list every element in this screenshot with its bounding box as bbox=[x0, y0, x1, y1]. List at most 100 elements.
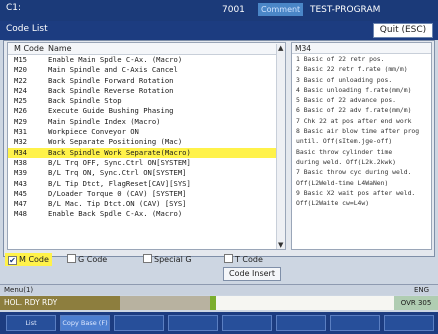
checkbox-icon[interactable]: ✔ bbox=[8, 256, 17, 265]
list-item[interactable]: M31 Workpiece Conveyor ON bbox=[8, 127, 285, 137]
list-item-name: B/L Trq ON, Sync.Ctrl ON[SYSTEM] bbox=[48, 168, 187, 178]
menu-line: Menu(1) ENG bbox=[0, 284, 438, 295]
filter-m-code[interactable]: ✔ M Code bbox=[5, 253, 52, 266]
list-item-code: M20 bbox=[14, 65, 27, 75]
program-name: TEST-PROGRAM bbox=[310, 5, 381, 15]
list-item-name: Work Separate Positioning (Mac) bbox=[48, 137, 183, 147]
filter-t-code[interactable]: T Code bbox=[224, 253, 263, 266]
override-value: OVR 305 bbox=[394, 296, 438, 310]
code-list[interactable]: M Code Name M15 Enable Main Spdle C-Ax. (… bbox=[7, 42, 286, 250]
list-header: M Code Name bbox=[8, 43, 285, 55]
softkey-3[interactable] bbox=[114, 315, 164, 331]
softkey-8[interactable] bbox=[384, 315, 434, 331]
window-title: Code List bbox=[6, 24, 48, 34]
list-item-name: D/Loader Torque 0 (CAV) [SYSTEM] bbox=[48, 188, 187, 198]
list-item-name: Back Spindle Forward Rotation bbox=[48, 75, 174, 85]
list-item-code: M34 bbox=[14, 147, 27, 157]
description-line: Off(L2Weld-time L4WaNen) bbox=[296, 178, 389, 187]
list-item[interactable]: M25 Back Spindle Stop bbox=[8, 96, 285, 106]
description-line: Basic throw cylinder time bbox=[296, 147, 393, 156]
list-item[interactable]: M45 D/Loader Torque 0 (CAV) [SYSTEM] bbox=[8, 189, 285, 199]
list-item-code: M15 bbox=[14, 55, 27, 64]
channel-label: C1: bbox=[6, 3, 22, 13]
description-line: 7 Basic throw cyc during weld. bbox=[296, 168, 412, 177]
quit-button[interactable]: Quit (ESC) bbox=[373, 23, 433, 38]
description-line: 4 Basic unloading f.rate(mm/m) bbox=[296, 85, 412, 94]
softkey-6[interactable] bbox=[276, 315, 326, 331]
language-label: ENG bbox=[414, 286, 430, 294]
description-line: Off(L2Waite cw=L4w) bbox=[296, 199, 370, 208]
softkey-1[interactable]: List bbox=[6, 315, 56, 331]
code-list-panel: M Code Name M15 Enable Main Spdle C-Ax. (… bbox=[3, 40, 435, 257]
list-item[interactable]: M34 Back Spindle Work Separate(Macro) bbox=[8, 147, 285, 158]
list-item[interactable]: M15 Enable Main Spdle C-Ax. (Macro) bbox=[8, 55, 285, 65]
list-item-name: Workpiece Conveyor ON bbox=[48, 127, 139, 137]
status-message bbox=[216, 296, 394, 310]
filter-special-g[interactable]: Special G bbox=[143, 253, 192, 266]
description-line: 6 Basic of 22 adv f.rate(mm/m) bbox=[296, 106, 412, 115]
description-line: 7 Chk 22 at pos after end work bbox=[296, 116, 412, 125]
list-item[interactable]: M26 Execute Guide Bushing Phasing bbox=[8, 106, 285, 116]
checkbox-icon[interactable] bbox=[67, 254, 76, 263]
list-item-name: Main Spindle and C-Axis Cancel bbox=[48, 65, 178, 75]
list-rows: M15 Enable Main Spdle C-Ax. (Macro) M20 Mai… bbox=[8, 55, 285, 220]
list-item[interactable]: M32 Work Separate Positioning (Mac) bbox=[8, 137, 285, 147]
list-item[interactable]: M24 Back Spindle Reverse Rotation bbox=[8, 86, 285, 96]
softkey-4[interactable] bbox=[168, 315, 218, 331]
description-header: M34 bbox=[292, 43, 431, 54]
list-item-name: Main Spindle Index (Macro) bbox=[48, 116, 161, 126]
description-line: 9 Basic X2 wait pos after weld. bbox=[296, 188, 416, 197]
list-item[interactable]: M20 Main Spindle and C-Axis Cancel bbox=[8, 65, 285, 75]
list-item[interactable]: M48 Enable Back Spdle C-Ax. (Macro) bbox=[8, 209, 285, 219]
checkbox-icon[interactable] bbox=[224, 254, 233, 263]
list-item-name: B/L Trq OFF, Sync.Ctrl ON[SYSTEM] bbox=[48, 157, 191, 167]
description-lines: 1 Basic of 22 retr pos. 2 Basic 22 retr f… bbox=[292, 54, 431, 208]
description-line: until. Off(sItem.jge-off) bbox=[296, 137, 393, 146]
mode-badge: Comment bbox=[258, 3, 304, 16]
column-header-name: Name bbox=[48, 44, 72, 53]
list-item[interactable]: M38 B/L Trq OFF, Sync.Ctrl ON[SYSTEM] bbox=[8, 158, 285, 168]
description-line: 5 Basic of 22 advance pos. bbox=[296, 96, 397, 105]
list-item-code: M26 bbox=[14, 106, 27, 116]
status-segment bbox=[120, 296, 210, 310]
list-item[interactable]: M39 B/L Trq ON, Sync.Ctrl ON[SYSTEM] bbox=[8, 168, 285, 178]
list-item-code: M38 bbox=[14, 157, 27, 167]
list-item-code: M43 bbox=[14, 178, 27, 188]
list-item-code: M29 bbox=[14, 116, 27, 126]
code-insert-button[interactable]: Code Insert bbox=[223, 267, 281, 281]
list-item-code: M25 bbox=[14, 96, 27, 106]
program-info: 7001 Comment TEST-PROGRAM bbox=[222, 2, 432, 19]
list-item-name: Back Spindle Work Separate(Macro) bbox=[48, 147, 191, 157]
description-line: 3 Basic of unloading pos. bbox=[296, 75, 393, 84]
list-item-name: Back Spindle Stop bbox=[48, 96, 122, 106]
checkbox-icon[interactable] bbox=[143, 254, 152, 263]
list-item[interactable]: M47 B/L Mac. Tip Dtct.ON (CAV) [SYS] bbox=[8, 199, 285, 209]
list-item[interactable]: M29 Main Spindle Index (Macro) bbox=[8, 117, 285, 127]
list-item-name: Enable Main Spdle C-Ax. (Macro) bbox=[48, 55, 183, 64]
machine-status-bar: HOL. RDY RDY OVR 305 bbox=[0, 296, 438, 310]
description-line: 1 Basic of 22 retr pos. bbox=[296, 55, 385, 63]
softkey-5[interactable] bbox=[222, 315, 272, 331]
list-item-code: M47 bbox=[14, 199, 27, 209]
list-item[interactable]: M22 Back Spindle Forward Rotation bbox=[8, 76, 285, 86]
softkey-2[interactable]: Copy Base (F) bbox=[60, 315, 110, 331]
list-item-code: M24 bbox=[14, 85, 27, 95]
description-line: during weld. Off(L2k.2kwk) bbox=[296, 157, 397, 166]
scroll-down-icon[interactable]: ▼ bbox=[278, 241, 283, 249]
scroll-up-icon[interactable]: ▲ bbox=[278, 44, 283, 52]
list-item-code: M48 bbox=[14, 209, 27, 219]
list-scrollbar[interactable]: ▲ ▼ bbox=[276, 44, 285, 249]
menu-label: Menu(1) bbox=[4, 286, 34, 294]
list-item-code: M45 bbox=[14, 188, 27, 198]
filter-g-code[interactable]: G Code bbox=[67, 253, 107, 266]
list-item-name: Back Spindle Reverse Rotation bbox=[48, 85, 174, 95]
list-item-name: B/L Tip Dtct, FlagReset[CAV][SYS] bbox=[48, 178, 191, 188]
list-item-name: Enable Back Spdle C-Ax. (Macro) bbox=[48, 209, 183, 219]
description-panel: M34 1 Basic of 22 retr pos. 2 Basic 22 re… bbox=[291, 42, 432, 250]
column-header-code: M Code bbox=[14, 44, 44, 53]
code-filters: ✔ M Code G Code Special G T Code bbox=[3, 253, 285, 266]
list-item[interactable]: M43 B/L Tip Dtct, FlagReset[CAV][SYS] bbox=[8, 179, 285, 189]
list-item-name: Execute Guide Bushing Phasing bbox=[48, 106, 174, 116]
softkey-7[interactable] bbox=[330, 315, 380, 331]
list-item-code: M39 bbox=[14, 168, 27, 178]
